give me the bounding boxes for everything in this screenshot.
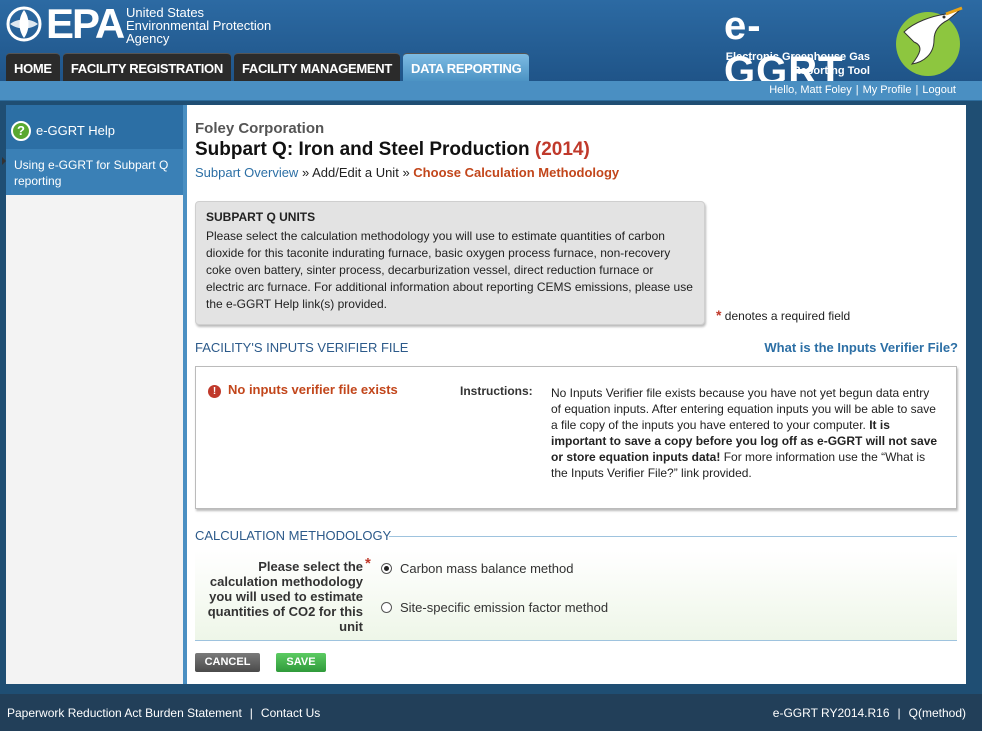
help-link-subpart-q[interactable]: Using e-GGRT for Subpart Q reporting [6,149,183,195]
company-name: Foley Corporation [195,120,325,137]
epa-wordmark: EPA [46,0,125,47]
instructions-label: Instructions: [460,384,533,398]
instructions-text: No Inputs Verifier file exists because y… [551,385,941,481]
breadcrumb: Subpart Overview » Add/Edit a Unit » Cho… [195,165,619,180]
version-text: e-GGRT RY2014.R16 [772,706,890,720]
eggrt-subtitle: Electronic Greenhouse Gas Reporting Tool [726,50,870,78]
footer-version: e-GGRT RY2014.R16 | Q(method) [773,706,966,720]
epa-agency-name: United States Environmental Protection A… [126,6,271,45]
calc-methodology-legend: CALCULATION METHODOLOGY [195,528,392,543]
page-title: Subpart Q: Iron and Steel Production (20… [195,139,590,161]
units-heading: SUBPART Q UNITS [206,210,316,224]
required-field-note: * denotes a required field [716,307,850,323]
tab-home[interactable]: HOME [6,53,60,81]
option-site-specific-factor[interactable]: Site-specific emission factor method [381,599,608,615]
main-nav: HOME FACILITY REGISTRATION FACILITY MANA… [6,53,530,81]
divider: | [915,84,919,96]
main-content: Foley Corporation Subpart Q: Iron and St… [183,105,966,684]
no-file-status: No inputs verifier file exists [228,382,398,397]
paperwork-link[interactable]: Paperwork Reduction Act Burden Statement [7,706,242,720]
divider: | [855,84,859,96]
logout-link[interactable]: Logout [922,84,956,96]
user-greeting: Hello, Matt Foley [769,84,852,96]
option-label[interactable]: Carbon mass balance method [400,561,573,576]
radio-site-specific-factor[interactable] [381,601,392,613]
egret-bird-icon [896,6,963,76]
tab-facility-management[interactable]: FACILITY MANAGEMENT [233,53,400,81]
page-title-text: Subpart Q: Iron and Steel Production [195,139,530,160]
user-bar: Hello, Matt Foley | My Profile | Logout [0,81,982,101]
sidebar: ? e-GGRT Help Using e-GGRT for Subpart Q… [2,105,183,684]
epa-flower-icon [6,6,42,42]
units-description: Please select the calculation methodolog… [206,229,693,311]
site-header: EPA United States Environmental Protecti… [0,0,982,93]
calc-question-label: Please select the calculation methodolog… [207,559,363,634]
breadcrumb-current: Choose Calculation Methodology [413,165,620,180]
required-star: * [716,307,722,323]
help-header[interactable]: ? e-GGRT Help [6,105,183,149]
my-profile-link[interactable]: My Profile [863,84,912,96]
verifier-heading: FACILITY'S INPUTS VERIFIER FILE [195,340,409,355]
divider: | [249,706,253,720]
divider: | [897,706,901,720]
epa-logo[interactable]: EPA United States Environmental Protecti… [6,0,296,48]
calc-methodology-panel: Please select the calculation methodolog… [195,551,957,641]
tab-facility-registration[interactable]: FACILITY REGISTRATION [62,53,231,81]
legend-divider [389,536,957,537]
footer-links: Paperwork Reduction Act Burden Statement… [7,706,320,720]
required-note-text: denotes a required field [724,309,851,323]
breadcrumb-separator: » [301,165,310,180]
subtitle-line: Electronic Greenhouse Gas [725,51,870,63]
help-question-icon: ? [11,121,31,141]
agency-line: Agency [126,31,170,46]
save-button[interactable]: SAVE [276,653,326,672]
contact-us-link[interactable]: Contact Us [261,706,320,720]
tab-data-reporting[interactable]: DATA REPORTING [403,53,530,81]
required-star: * [365,555,371,572]
help-title: e-GGRT Help [36,123,115,138]
subtitle-line: Reporting Tool [792,65,870,77]
breadcrumb-subpart-overview[interactable]: Subpart Overview [195,165,298,180]
verifier-panel: ! No inputs verifier file exists Instruc… [195,366,957,509]
current-link-arrow-icon [2,157,6,165]
reporting-year: (2014) [534,139,590,160]
page-code: Q(method) [908,706,966,720]
option-carbon-mass-balance[interactable]: Carbon mass balance method [381,560,573,576]
radio-carbon-mass-balance[interactable] [381,562,392,574]
site-footer: Paperwork Reduction Act Burden Statement… [0,694,982,731]
cancel-button[interactable]: CANCEL [195,653,260,672]
breadcrumb-separator: » [402,165,410,180]
eggrt-logo[interactable]: e-GGRT Electronic Greenhouse Gas Reporti… [724,2,964,93]
breadcrumb-add-edit-unit: Add/Edit a Unit [312,165,399,180]
option-label[interactable]: Site-specific emission factor method [400,600,608,615]
subpart-units-info-box: SUBPART Q UNITS Please select the calcul… [195,201,705,325]
user-links: Hello, Matt Foley | My Profile | Logout [769,84,956,96]
error-icon: ! [208,385,221,398]
verifier-help-link[interactable]: What is the Inputs Verifier File? [764,340,958,355]
